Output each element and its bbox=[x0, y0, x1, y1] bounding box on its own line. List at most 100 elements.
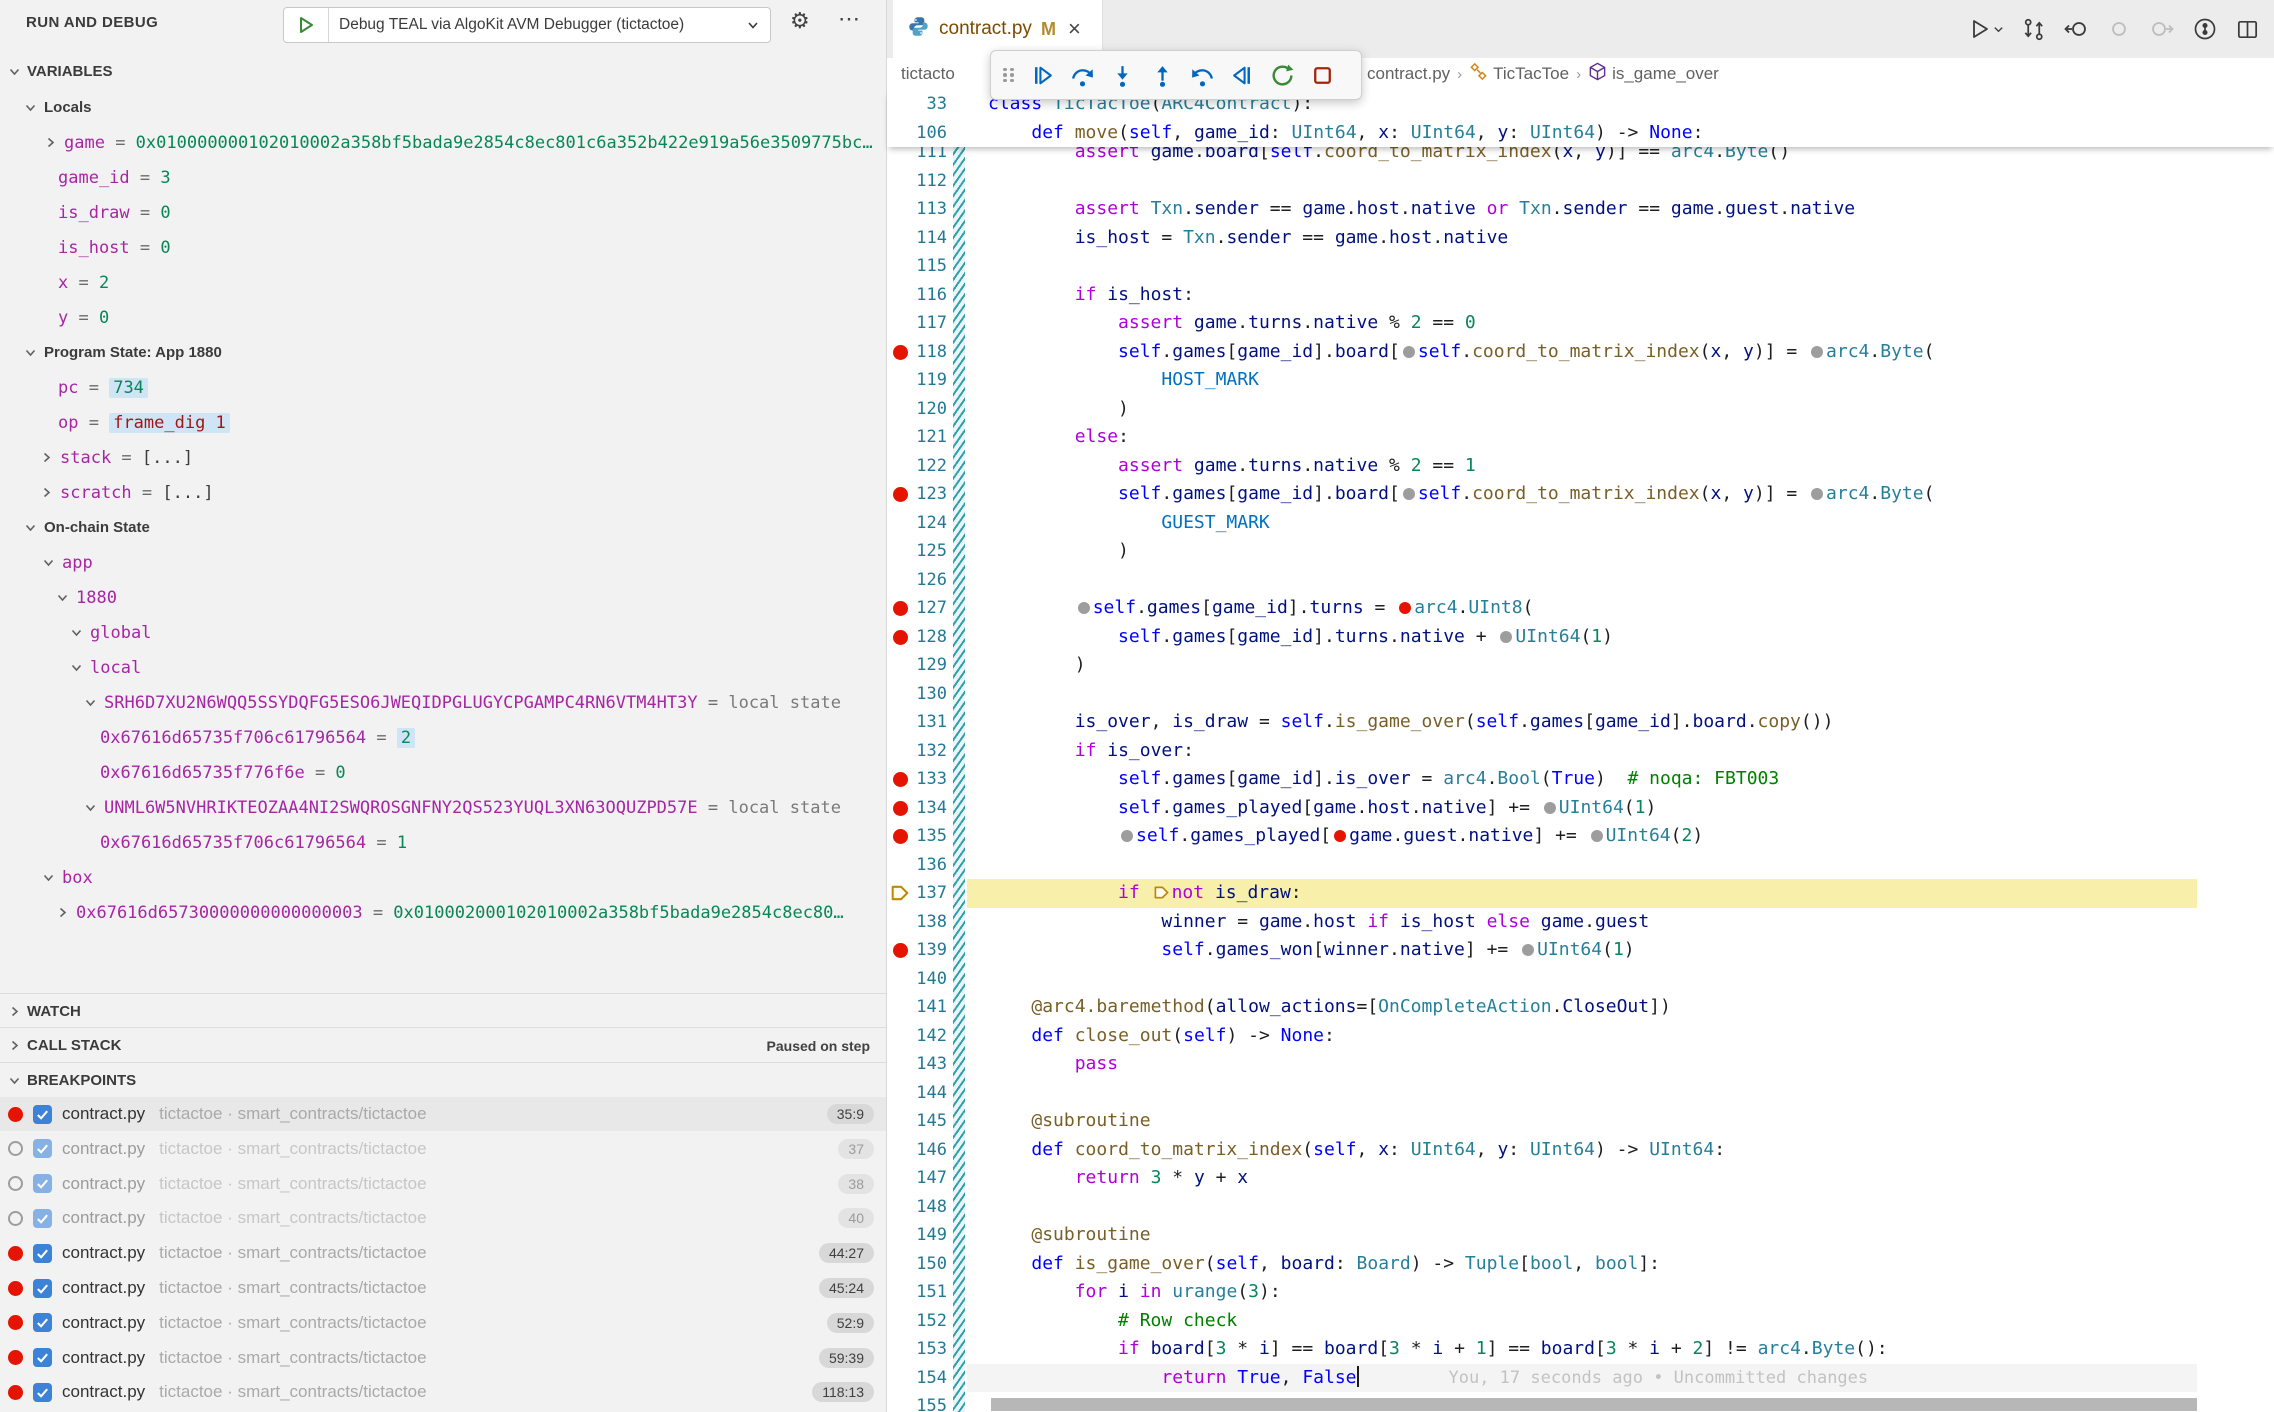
code-line[interactable]: 120 ) bbox=[887, 395, 2274, 424]
breakpoint-checkbox[interactable] bbox=[33, 1209, 52, 1228]
continue-button[interactable] bbox=[1022, 55, 1062, 95]
tree-item[interactable]: local bbox=[0, 650, 956, 685]
inline-step-marker-icon[interactable] bbox=[1121, 830, 1133, 842]
code-line[interactable]: 147 return 3 * y + x bbox=[887, 1164, 2274, 1193]
breakpoint-icon[interactable] bbox=[8, 1281, 23, 1296]
breakpoint-checkbox[interactable] bbox=[33, 1105, 52, 1124]
inline-step-marker-icon[interactable] bbox=[1403, 488, 1415, 500]
tree-item[interactable]: op = frame_dig 1 bbox=[0, 405, 944, 440]
tree-item[interactable]: y = 0 bbox=[0, 300, 944, 335]
code-line[interactable]: 114 is_host = Txn.sender == game.host.na… bbox=[887, 224, 2274, 253]
breakpoint-checkbox[interactable] bbox=[33, 1348, 52, 1367]
section-header-watch[interactable]: WATCH bbox=[0, 993, 886, 1028]
code-line[interactable]: 125 ) bbox=[887, 537, 2274, 566]
code-line[interactable]: 151 for i in urange(3): bbox=[887, 1278, 2274, 1307]
chevron-right-icon[interactable] bbox=[44, 136, 57, 149]
debug-settings-gear-icon[interactable]: ⚙ bbox=[790, 9, 810, 34]
code-line[interactable]: 127 self.games[game_id].turns = arc4.UIn… bbox=[887, 594, 2274, 623]
chevron-right-icon[interactable] bbox=[56, 906, 69, 919]
code-line[interactable]: 142 def close_out(self) -> None: bbox=[887, 1022, 2274, 1051]
breadcrumb-class[interactable]: TicTacToe bbox=[1469, 62, 1569, 86]
tree-item[interactable]: app bbox=[0, 545, 928, 580]
split-editor-icon[interactable] bbox=[2235, 17, 2260, 42]
close-tab-icon[interactable]: × bbox=[1068, 18, 1081, 40]
code-line[interactable]: 116 if is_host: bbox=[887, 281, 2274, 310]
code-line[interactable]: 115 bbox=[887, 252, 2274, 281]
breakpoint-checkbox[interactable] bbox=[33, 1279, 52, 1298]
tree-item[interactable]: global bbox=[0, 615, 956, 650]
breakpoint-icon[interactable] bbox=[8, 1315, 23, 1330]
breakpoint-row[interactable]: contract.pytictactoe · smart_contracts/t… bbox=[0, 1201, 886, 1235]
tree-item[interactable]: 0x67616d65735f706c61796564 = 1 bbox=[0, 825, 986, 860]
breadcrumb-file[interactable]: contract.py bbox=[1367, 64, 1450, 84]
breakpoint-row[interactable]: contract.pytictactoe · smart_contracts/t… bbox=[0, 1167, 886, 1201]
horizontal-scrollbar[interactable] bbox=[991, 1398, 2197, 1411]
inline-step-marker-icon[interactable] bbox=[1403, 346, 1415, 358]
tree-item[interactable]: scratch = [...] bbox=[0, 475, 926, 510]
chevron-down-icon[interactable] bbox=[70, 661, 83, 674]
breakpoint-checkbox[interactable] bbox=[33, 1244, 52, 1263]
code-line[interactable]: 113 assert Txn.sender == game.host.nativ… bbox=[887, 195, 2274, 224]
code-line[interactable]: 124 GUEST_MARK bbox=[887, 509, 2274, 538]
code-line[interactable]: 121 else: bbox=[887, 423, 2274, 452]
tree-group-on-chain-state[interactable]: On-chain State bbox=[0, 510, 910, 545]
toolbar-drag-handle-icon[interactable] bbox=[1003, 68, 1015, 83]
breakpoint-icon[interactable] bbox=[8, 1350, 23, 1365]
code-line[interactable]: 150 def is_game_over(self, board: Board)… bbox=[887, 1250, 2274, 1279]
tree-item[interactable]: 0x67616d65735f776f6e = 0 bbox=[0, 755, 986, 790]
chevron-down-icon[interactable] bbox=[56, 591, 69, 604]
code-line[interactable]: 153 if board[3 * i] == board[3 * i + 1] … bbox=[887, 1335, 2274, 1364]
inline-step-marker-icon[interactable] bbox=[1544, 802, 1556, 814]
step-back-button[interactable] bbox=[1182, 55, 1222, 95]
tree-item[interactable]: x = 2 bbox=[0, 265, 944, 300]
code-line[interactable]: 133 self.games[game_id].is_over = arc4.B… bbox=[887, 765, 2274, 794]
section-header-call-stack[interactable]: CALL STACK Paused on step bbox=[0, 1027, 886, 1063]
tree-item[interactable]: SRH6D7XU2N6WQQ5SSYDQFG5ESO6JWEQIDPGLUGYC… bbox=[0, 685, 970, 720]
breakpoint-row[interactable]: contract.pytictactoe · smart_contracts/t… bbox=[0, 1132, 886, 1166]
tree-item[interactable]: box bbox=[0, 860, 928, 895]
breakpoint-icon[interactable] bbox=[8, 1246, 23, 1261]
stop-button[interactable] bbox=[1302, 55, 1342, 95]
code-line[interactable]: 118 self.games[game_id].board[self.coord… bbox=[887, 338, 2274, 367]
breakpoint-row[interactable]: contract.pytictactoe · smart_contracts/t… bbox=[0, 1271, 886, 1305]
breakpoint-disabled-icon[interactable] bbox=[8, 1141, 23, 1156]
code-line[interactable]: 136 bbox=[887, 851, 2274, 880]
previous-change-icon[interactable] bbox=[2063, 16, 2089, 42]
code-line[interactable]: 145 @subroutine bbox=[887, 1107, 2274, 1136]
code-line[interactable]: 132 if is_over: bbox=[887, 737, 2274, 766]
breakpoint-row[interactable]: contract.pytictactoe · smart_contracts/t… bbox=[0, 1097, 886, 1131]
code-line[interactable]: 149 @subroutine bbox=[887, 1221, 2274, 1250]
chevron-down-icon[interactable] bbox=[84, 696, 97, 709]
breakpoint-icon[interactable] bbox=[8, 1385, 23, 1400]
code-line[interactable]: 144 bbox=[887, 1079, 2274, 1108]
step-into-button[interactable] bbox=[1102, 55, 1142, 95]
code-line[interactable]: 126 bbox=[887, 566, 2274, 595]
chevron-down-icon[interactable] bbox=[42, 871, 55, 884]
restart-button[interactable] bbox=[1262, 55, 1302, 95]
chevron-down-icon[interactable] bbox=[70, 626, 83, 639]
more-actions-icon[interactable]: ⋯ bbox=[838, 6, 862, 32]
step-over-button[interactable] bbox=[1062, 55, 1102, 95]
tree-group-locals[interactable]: Locals bbox=[0, 90, 910, 125]
breakpoint-checkbox[interactable] bbox=[33, 1313, 52, 1332]
tree-item[interactable]: is_draw = 0 bbox=[0, 195, 944, 230]
code-line[interactable]: 139 self.games_won[winner.native] += UIn… bbox=[887, 936, 2274, 965]
tree-item[interactable]: game_id = 3 bbox=[0, 160, 944, 195]
start-debugging-icon[interactable] bbox=[284, 8, 329, 42]
code-line[interactable]: 112 bbox=[887, 167, 2274, 196]
chevron-down-icon[interactable] bbox=[24, 101, 37, 114]
code-line[interactable]: 131 is_over, is_draw = self.is_game_over… bbox=[887, 708, 2274, 737]
code-line[interactable]: 129 ) bbox=[887, 651, 2274, 680]
inline-step-marker-icon[interactable] bbox=[1811, 488, 1823, 500]
breakpoint-row[interactable]: contract.pytictactoe · smart_contracts/t… bbox=[0, 1236, 886, 1270]
breadcrumb-truncated-item[interactable]: tictacto bbox=[901, 64, 955, 84]
code-line[interactable]: 143 pass bbox=[887, 1050, 2274, 1079]
breakpoint-icon[interactable] bbox=[8, 1107, 23, 1122]
run-python-file-button[interactable] bbox=[1969, 17, 2004, 41]
tree-group-program-state-app-1880[interactable]: Program State: App 1880 bbox=[0, 335, 910, 370]
chevron-right-icon[interactable] bbox=[40, 451, 53, 464]
chevron-down-icon[interactable] bbox=[24, 521, 37, 534]
chevron-down-icon[interactable] bbox=[42, 556, 55, 569]
code-line[interactable]: 123 self.games[game_id].board[self.coord… bbox=[887, 480, 2274, 509]
code-line[interactable]: 148 bbox=[887, 1193, 2274, 1222]
